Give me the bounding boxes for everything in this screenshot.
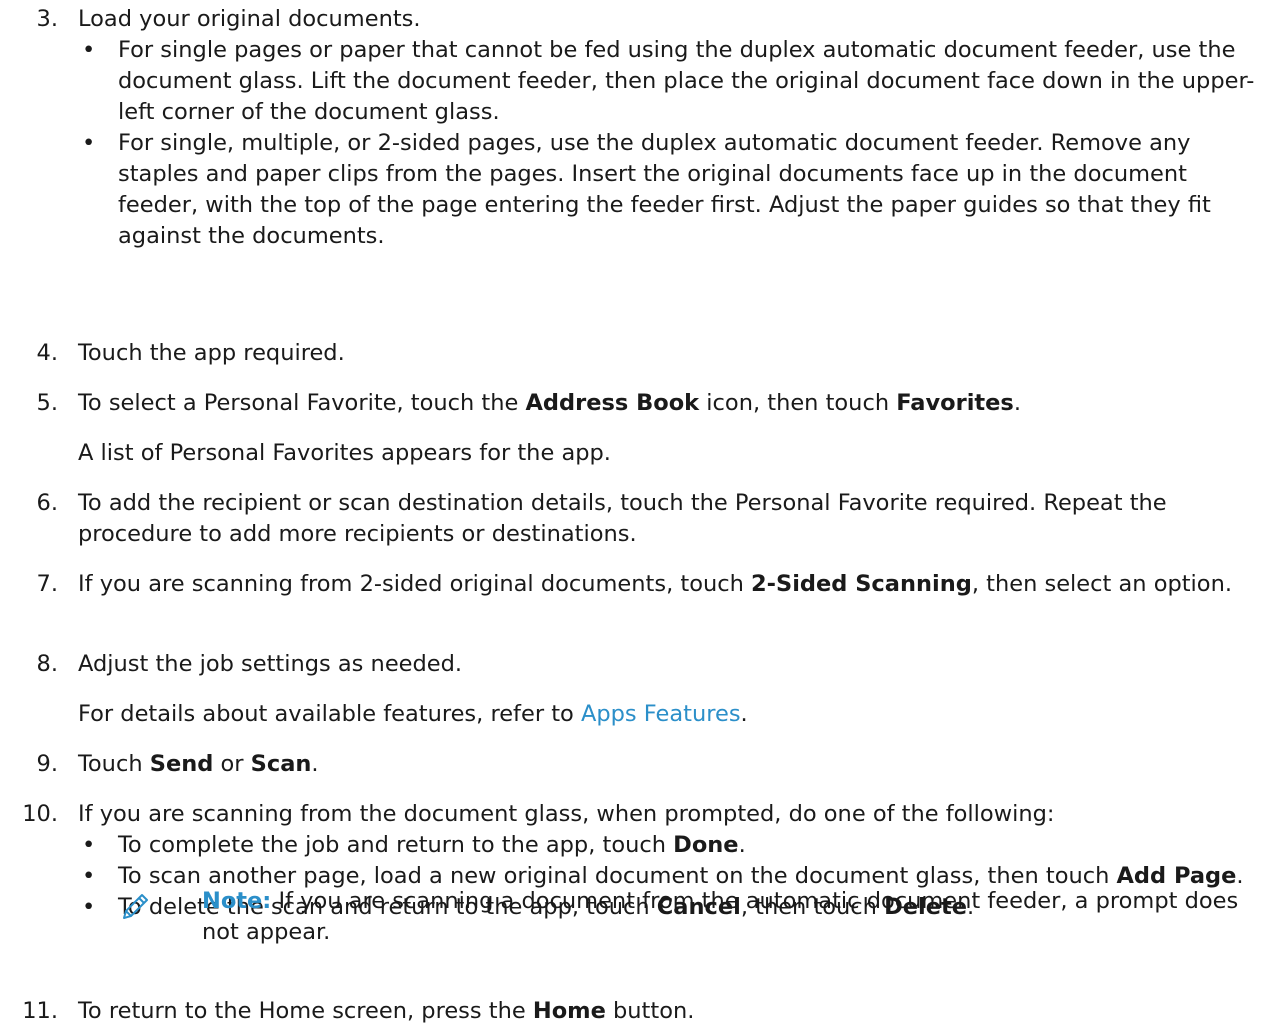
step-number: 4. <box>36 340 58 366</box>
step-number: 8. <box>36 651 58 677</box>
step-paragraph: A list of Personal Favorites appears for… <box>78 440 611 466</box>
step-text-content: Load your original documents. <box>78 6 421 32</box>
text-run: button. <box>605 998 695 1024</box>
text-run: icon, then touch <box>699 390 897 416</box>
step-text: Touch the app required. <box>78 340 345 366</box>
note-text: Note: If you are scanning a document fro… <box>202 886 1252 948</box>
bullet-dot: • <box>82 130 96 156</box>
step-text: To add the recipient or scan destination… <box>78 490 1167 547</box>
list-item: • For single, multiple, or 2-sided pages… <box>78 128 1258 252</box>
text-run: For details about available features, re… <box>78 701 581 727</box>
text-run: To return to the Home screen, press the <box>78 998 533 1024</box>
text-run: or <box>213 751 251 777</box>
step-number: 3. <box>36 6 58 32</box>
step-number: 7. <box>36 571 58 597</box>
step-number: 6. <box>36 490 58 516</box>
bullet-dot: • <box>82 832 96 858</box>
step-text: To select a Personal Favorite, touch the… <box>78 388 1258 419</box>
text-run: . <box>738 832 746 858</box>
ui-term: Send <box>149 751 214 777</box>
list-item: • For single pages or paper that cannot … <box>78 35 1258 128</box>
step-text: Touch Send or Scan. <box>78 749 1258 780</box>
text-run: To complete the job and return to the ap… <box>118 832 674 858</box>
note-label: Note: <box>202 888 272 914</box>
step-text: To return to the Home screen, press the … <box>78 996 1258 1027</box>
bullet-list: • For single pages or paper that cannot … <box>78 35 1258 252</box>
apps-features-link[interactable]: Apps Features <box>581 701 741 727</box>
ui-term: Favorites <box>896 390 1014 416</box>
ui-term: 2-Sided Scanning <box>751 571 972 597</box>
text-run: To select a Personal Favorite, touch the <box>78 390 526 416</box>
bullet-text: For single, multiple, or 2-sided pages, … <box>118 130 1211 249</box>
document-page: 3. Load your original documents. • For s… <box>0 0 1273 1031</box>
ui-term: Scan <box>250 751 312 777</box>
step-number: 11. <box>22 998 58 1024</box>
ui-term: Done <box>673 832 739 858</box>
note-body: If you are scanning a document from the … <box>202 888 1239 945</box>
text-run: . <box>1013 390 1021 416</box>
step-number: 10. <box>22 801 58 827</box>
text-run: , then select an option. <box>971 571 1232 597</box>
step-text: Load your original documents. • For sing… <box>78 4 1258 252</box>
text-run: . <box>311 751 319 777</box>
text-run: If you are scanning from 2-sided origina… <box>78 571 752 597</box>
pencil-icon <box>118 888 154 924</box>
text-run: . <box>740 701 748 727</box>
step-text: If you are scanning from 2-sided origina… <box>78 569 1258 600</box>
text-run: Touch <box>78 751 150 777</box>
step-number: 5. <box>36 390 58 416</box>
list-item: • To complete the job and return to the … <box>78 830 1258 861</box>
step-text: Adjust the job settings as needed. <box>78 651 463 677</box>
bullet-dot: • <box>82 863 96 889</box>
ui-term: Address Book <box>525 390 700 416</box>
ui-term: Home <box>532 998 606 1024</box>
bullet-dot: • <box>82 37 96 63</box>
step-paragraph: For details about available features, re… <box>78 699 1258 730</box>
note-box: Note: If you are scanning a document fro… <box>118 886 1258 956</box>
bullet-text: For single pages or paper that cannot be… <box>118 37 1255 125</box>
bullet-dot: • <box>82 894 96 920</box>
step-text-content: If you are scanning from the document gl… <box>78 801 1055 827</box>
step-number: 9. <box>36 751 58 777</box>
